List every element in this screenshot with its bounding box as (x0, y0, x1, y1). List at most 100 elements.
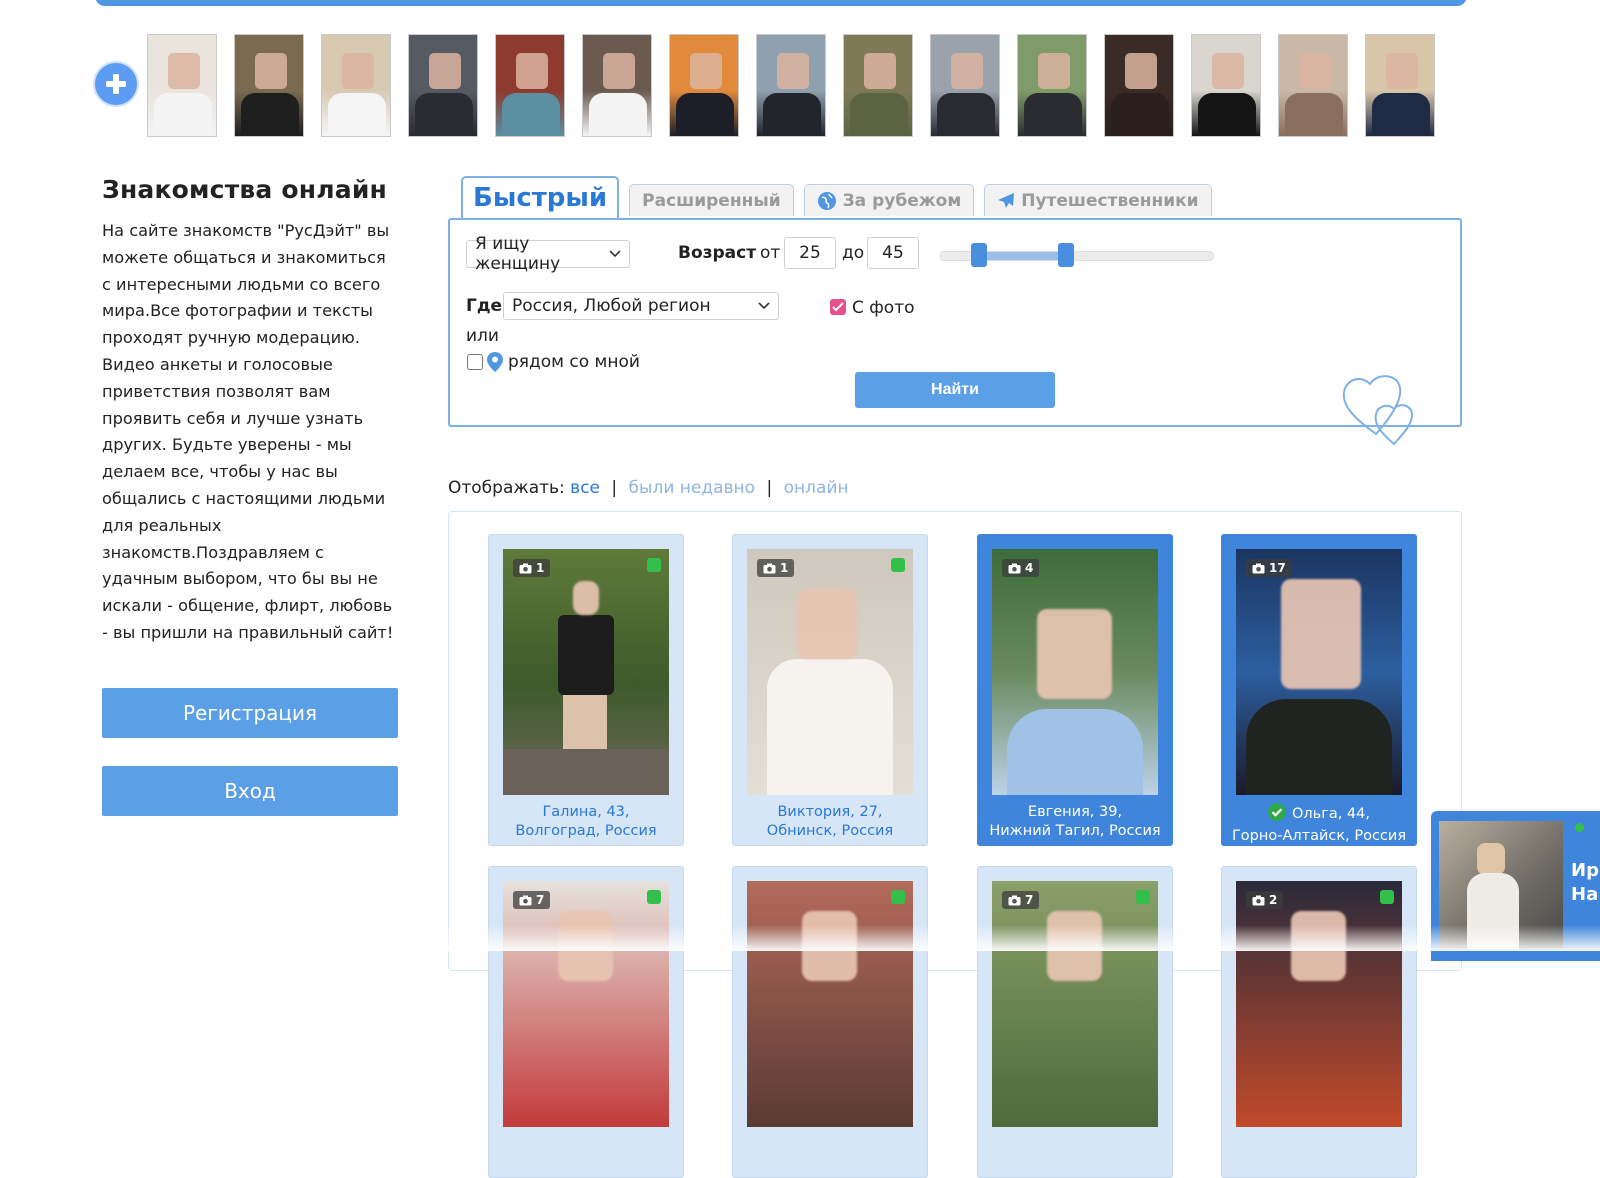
profile-name: Галина, 43, (542, 804, 630, 820)
profile-photo[interactable]: 7 (992, 881, 1158, 1127)
add-photo-button[interactable] (95, 63, 137, 105)
blurred-face (168, 53, 200, 89)
profile-card[interactable]: 4 Евгения, 39, Нижний Тагил, Россия (977, 534, 1173, 846)
profile-card[interactable]: 7 (977, 866, 1173, 1178)
filter-all-link[interactable]: все (570, 478, 600, 498)
airplane-icon (997, 192, 1015, 210)
profile-thumbnail[interactable] (147, 34, 217, 137)
profile-name-age: Евгения, 39, (978, 803, 1172, 822)
blurred-face (342, 53, 374, 89)
photo-count-badge: 7 (1002, 891, 1040, 909)
profile-photo[interactable]: 17 (1236, 549, 1402, 795)
blurred-face (802, 911, 857, 981)
profile-thumbnail[interactable] (843, 34, 913, 137)
tab-quick[interactable]: Быстрый (461, 176, 620, 218)
age-slider-handle-max[interactable] (1057, 243, 1074, 267)
blurred-face (603, 53, 635, 89)
profile-card[interactable]: 7 (488, 866, 684, 1178)
age-from-input[interactable]: 25 (784, 237, 836, 269)
online-indicator (1380, 890, 1394, 904)
profile-thumbnail[interactable] (1104, 34, 1174, 137)
tab-advanced[interactable]: Расширенный (629, 184, 794, 216)
profile-photo[interactable]: 2 (1236, 881, 1402, 1127)
tab-abroad[interactable]: За рубежом (803, 184, 975, 216)
profile-photo[interactable]: 7 (503, 881, 669, 1127)
show-filter: Отображать: все | были недавно | онлайн (448, 478, 849, 498)
with-photo-label: С фото (852, 298, 915, 318)
profile-caption[interactable]: Виктория, 27, Обнинск, Россия (733, 803, 927, 841)
profile-card[interactable]: 1 Виктория, 27, Обнинск, Россия (732, 534, 928, 846)
camera-icon (1008, 895, 1021, 905)
filter-online-link[interactable]: онлайн (784, 478, 849, 498)
profile-thumbnail[interactable] (321, 34, 391, 137)
thumbnail-figure (328, 93, 386, 136)
age-to-input[interactable]: 45 (867, 237, 919, 269)
chat-popup[interactable]: Ир На (1431, 811, 1600, 961)
globe-icon (817, 191, 837, 211)
blurred-face (573, 581, 599, 615)
find-button[interactable]: Найти (855, 372, 1055, 408)
profile-card[interactable]: 2 (1221, 866, 1417, 1178)
profile-card[interactable]: 17 Ольга, 44, Горно-Алтайск, Россия (1221, 534, 1417, 846)
profile-name: Ольга, 44, (1291, 806, 1370, 822)
profile-card[interactable]: 1 Галина, 43, Волгоград, Россия (488, 534, 684, 846)
profile-name-age: Ольга, 44, (1222, 803, 1416, 827)
photo-count: 1 (780, 561, 789, 575)
profile-thumbnail[interactable] (234, 34, 304, 137)
tab-label: Путешественники (1021, 190, 1199, 211)
profile-caption[interactable]: Ольга, 44, Горно-Алтайск, Россия (1222, 803, 1416, 846)
blurred-face (797, 589, 857, 659)
blurred-face (1281, 579, 1361, 689)
profile-caption[interactable]: Евгения, 39, Нижний Тагил, Россия (978, 803, 1172, 841)
checkmark-icon (832, 302, 844, 312)
photo-count-badge: 4 (1002, 559, 1040, 577)
blurred-face (1047, 911, 1102, 981)
profile-card[interactable] (732, 866, 928, 1178)
thumbnail-figure (589, 93, 647, 136)
intro-text: На сайте знакомств "РусДэйт" вы можете о… (102, 221, 394, 642)
age-slider-handle-min[interactable] (971, 243, 988, 267)
camera-icon (1252, 563, 1265, 573)
photo-count: 7 (1025, 893, 1034, 907)
profile-caption[interactable]: Галина, 43, Волгоград, Россия (489, 803, 683, 841)
location-select[interactable]: Россия, Любой регион (503, 292, 779, 320)
thumbnail-figure (763, 93, 821, 136)
photo-figure (563, 695, 607, 755)
register-button[interactable]: Регистрация (102, 688, 398, 738)
profile-thumbnail[interactable] (1278, 34, 1348, 137)
profile-photo[interactable]: 4 (992, 549, 1158, 795)
camera-icon (519, 895, 532, 905)
age-to-label: до (842, 243, 865, 263)
online-indicator (891, 890, 905, 904)
chat-name-line: Ир (1571, 860, 1599, 881)
profile-thumbnail[interactable] (1017, 34, 1087, 137)
or-label: или (466, 326, 499, 346)
profile-photo[interactable]: 1 (747, 549, 913, 795)
near-me-checkbox[interactable] (467, 354, 483, 370)
age-label: Возраст (678, 243, 757, 263)
profile-thumbnail[interactable] (756, 34, 826, 137)
thumbnail-figure (1372, 93, 1430, 136)
profile-thumbnail[interactable] (930, 34, 1000, 137)
profile-thumbnail[interactable] (582, 34, 652, 137)
filter-recent-link[interactable]: были недавно (629, 478, 756, 498)
hearts-icon (1340, 362, 1428, 452)
photo-count-badge: 7 (513, 891, 551, 909)
profile-thumbnail[interactable] (495, 34, 565, 137)
photo-figure (503, 749, 669, 795)
profile-thumbnail[interactable] (1365, 34, 1435, 137)
blurred-face (951, 53, 983, 89)
chat-name-line: На (1571, 884, 1599, 905)
online-indicator (647, 558, 661, 572)
login-button[interactable]: Вход (102, 766, 398, 816)
profile-thumbnail[interactable] (1191, 34, 1261, 137)
profile-thumbnail[interactable] (669, 34, 739, 137)
profile-photo[interactable] (747, 881, 913, 1127)
age-from-label: от (760, 243, 781, 263)
looking-for-select[interactable]: Я ищу женщину (466, 234, 630, 274)
blurred-face (1038, 53, 1070, 89)
profile-thumbnail[interactable] (408, 34, 478, 137)
profile-photo[interactable]: 1 (503, 549, 669, 795)
tab-travelers[interactable]: Путешественники (984, 184, 1212, 216)
with-photo-checkbox[interactable] (830, 299, 846, 315)
